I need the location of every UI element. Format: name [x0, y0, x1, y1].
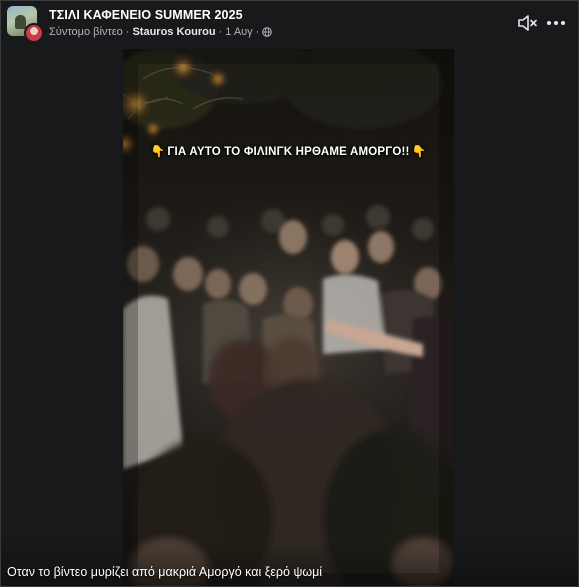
bottom-gradient [1, 541, 578, 586]
caption-text: ΓΙΑ ΑΥΤΟ ΤΟ ΦΙΛΙΝΓΚ ΗΡΘΑΜΕ ΑΜΟΡΓΟ!! [167, 146, 410, 158]
page-title[interactable]: ΤΣΙΛΙ ΚΑΦΕΝΕΙΟ SUMMER 2025 [49, 8, 243, 22]
more-horizontal-icon [547, 21, 565, 25]
post-type-label: Σύντομο βίντεο [49, 26, 123, 38]
video-overlay-caption: 👇 ΓΙΑ ΑΥΤΟ ΤΟ ΦΙΛΙΝΓΚ ΗΡΘΑΜΕ ΑΜΟΡΓΟ!! 👇 [123, 144, 454, 158]
video-player[interactable]: 👇 ΓΙΑ ΑΥΤΟ ΤΟ ΦΙΛΙΝΓΚ ΗΡΘΑΜΕ ΑΜΟΡΓΟ!! 👇 [123, 49, 454, 586]
reel-viewer: ΤΣΙΛΙ ΚΑΦΕΝΕΙΟ SUMMER 2025 Σύντομο βίντε… [0, 0, 579, 587]
meta-separator: · [218, 26, 223, 38]
author-avatar[interactable] [24, 23, 44, 43]
video-frame [123, 49, 454, 586]
post-meta: Σύντομο βίντεο · Stauros Kourou · 1 Αυγ … [49, 26, 273, 38]
pointing-down-hand-icon: 👇 [150, 146, 166, 158]
avatar-stack[interactable] [7, 6, 44, 43]
post-date[interactable]: 1 Αυγ [225, 26, 252, 38]
more-options-button[interactable] [544, 12, 568, 34]
speaker-muted-icon [518, 15, 537, 31]
meta-separator: · [125, 26, 130, 38]
mute-button[interactable] [516, 12, 538, 34]
pointing-down-hand-icon: 👇 [411, 146, 427, 158]
globe-icon [262, 27, 273, 37]
author-name[interactable]: Stauros Kourou [132, 26, 215, 38]
post-header: ΤΣΙΛΙ ΚΑΦΕΝΕΙΟ SUMMER 2025 Σύντομο βίντε… [1, 1, 578, 49]
meta-separator: · [255, 26, 260, 38]
post-description[interactable]: Οταν το βίντεο μυρίζει από μακριά Αμοργό… [7, 565, 322, 579]
